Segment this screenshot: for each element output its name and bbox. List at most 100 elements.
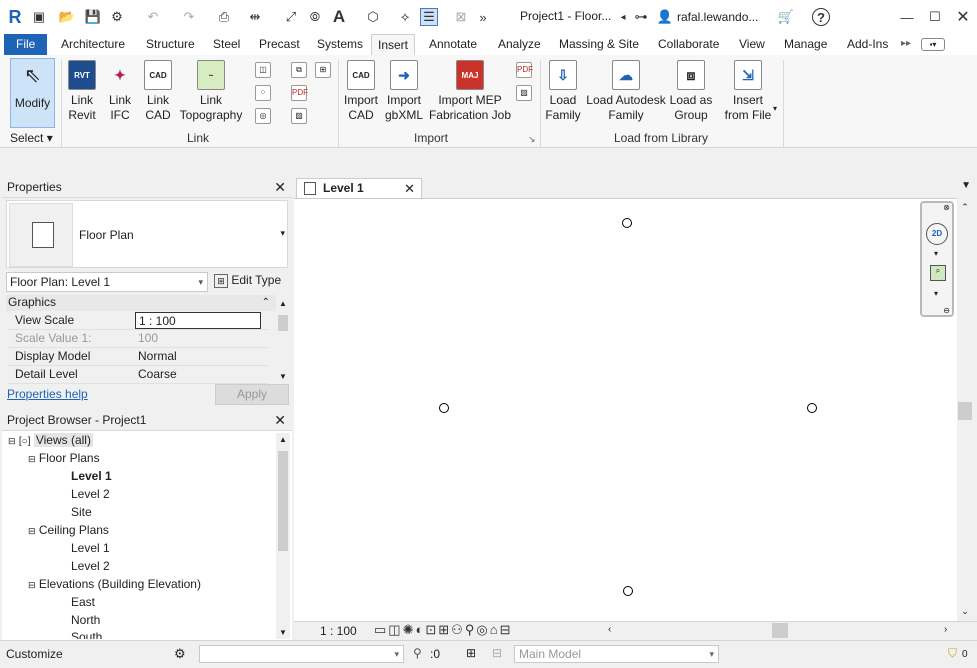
tab-massing-site[interactable]: Massing & Site xyxy=(553,34,645,55)
insert-from-file-button[interactable]: ⇲ Insert from File xyxy=(721,60,775,123)
tree-item-east[interactable]: East xyxy=(71,593,95,611)
chevron-down-icon[interactable]: ▾ xyxy=(934,289,938,298)
cart-icon[interactable]: 🛒 xyxy=(777,8,795,26)
undo-icon[interactable]: ↶ xyxy=(144,8,162,26)
collapse-icon[interactable]: ⊖ xyxy=(943,306,950,315)
close-icon[interactable]: ✕ xyxy=(274,411,286,430)
properties-help-link[interactable]: Properties help xyxy=(7,387,88,401)
tab-collaborate[interactable]: Collaborate xyxy=(652,34,725,55)
open-icon[interactable]: 📂 xyxy=(58,8,76,26)
visual-style-icon[interactable]: ◫ xyxy=(388,622,402,637)
coordination-model-icon[interactable]: ◎ xyxy=(255,108,271,124)
temporary-hide-icon[interactable]: ⚲ xyxy=(465,622,477,637)
property-row[interactable]: Display Model Normal xyxy=(8,348,268,366)
horizontal-scroll-thumb[interactable] xyxy=(772,623,788,638)
thin-lines-icon[interactable]: ☰ xyxy=(420,8,438,26)
editing-requests-icon[interactable]: ⚲ xyxy=(413,646,422,660)
user-icon[interactable]: 👤 xyxy=(656,8,674,26)
analytical-model-icon[interactable]: ⊟ xyxy=(500,622,513,637)
tree-item-views-all[interactable]: ⊟ [○] Views (all) xyxy=(8,431,93,451)
load-as-group-button[interactable]: ⧈ Load as Group xyxy=(669,60,713,123)
property-row[interactable]: Detail Level Coarse xyxy=(8,366,268,384)
measure-icon[interactable]: ⇹ xyxy=(246,8,264,26)
worksharing-icon[interactable]: ⌂ xyxy=(490,622,500,637)
tab-level-1[interactable]: Level 1 ✕ xyxy=(296,178,422,198)
section-icon[interactable]: ⟡ xyxy=(396,8,414,26)
view-scale-control[interactable]: 1 : 100 xyxy=(320,624,357,638)
tab-structure[interactable]: Structure xyxy=(140,34,201,55)
lock-3d-icon[interactable]: ⚇ xyxy=(451,622,465,637)
3d-view-icon[interactable]: ⬡ xyxy=(364,8,382,26)
pdf-import-icon[interactable]: PDF xyxy=(516,62,533,78)
tab-file[interactable]: File xyxy=(4,34,48,55)
text-icon[interactable]: A xyxy=(330,7,348,26)
tab-systems[interactable]: Systems xyxy=(311,34,369,55)
minimize-icon[interactable]: — xyxy=(898,8,916,26)
point-cloud-icon[interactable]: ⁘ xyxy=(255,85,271,101)
tree-item-level-1[interactable]: Level 1 xyxy=(71,467,112,485)
main-model-dropdown[interactable]: Main Model ▾ xyxy=(514,645,719,663)
more-icon[interactable]: » xyxy=(474,8,492,26)
tree-item-floor-plans[interactable]: ⊟ Floor Plans xyxy=(28,449,100,468)
scrollbar[interactable]: ▲ ▼ xyxy=(276,295,290,383)
collapse-icon[interactable]: ⌃ xyxy=(262,295,270,310)
image-link-icon[interactable]: ▨ xyxy=(291,108,307,124)
scrollbar[interactable]: ▲ ▼ xyxy=(276,433,290,639)
chevron-down-icon[interactable]: ▾ xyxy=(934,249,938,258)
tree-item-north[interactable]: North xyxy=(71,611,100,629)
crop-view-icon[interactable]: ⊡ xyxy=(425,622,438,637)
elevation-marker-north[interactable] xyxy=(622,218,632,228)
tree-item-level-2[interactable]: Level 2 xyxy=(71,485,110,503)
edit-type-button[interactable]: ⊞ Edit Type xyxy=(214,273,281,288)
redo-icon[interactable]: ↷ xyxy=(180,8,198,26)
import-mep-button[interactable]: MAJ Import MEP Fabrication Job xyxy=(428,60,512,123)
user-name[interactable]: rafal.lewando... xyxy=(677,10,758,24)
decal-icon[interactable]: ◫ xyxy=(255,62,271,78)
view-scale-input[interactable]: 1 : 100 xyxy=(135,312,261,329)
tree-item-ceiling-plans[interactable]: ⊟ Ceiling Plans xyxy=(28,521,109,540)
close-icon[interactable]: ⊗ xyxy=(943,203,950,212)
tab-add-ins[interactable]: Add-Ins xyxy=(841,34,894,55)
link-topography-button[interactable]: ~ Link Topography xyxy=(178,60,244,123)
print-icon[interactable]: ⎙ xyxy=(215,8,233,26)
scroll-right-icon[interactable]: › xyxy=(944,624,947,635)
tree-item-site[interactable]: Site xyxy=(71,503,92,521)
load-autodesk-family-button[interactable]: ☁ Load Autodesk Family xyxy=(585,60,667,123)
tree-item-south[interactable]: South xyxy=(71,629,102,639)
elevation-marker-east[interactable] xyxy=(807,403,817,413)
scroll-left-icon[interactable]: ‹ xyxy=(608,624,611,635)
more-tabs-icon[interactable]: ▸▸ xyxy=(901,38,911,49)
tree-item-ceiling-level-2[interactable]: Level 2 xyxy=(71,557,110,575)
drawing-canvas[interactable]: ⊗ 2D ▾ ⌕ ▾ ⊖ xyxy=(294,198,957,621)
close-hidden-icon[interactable]: ⊠ xyxy=(452,8,470,26)
reveal-hidden-icon[interactable]: ◎ xyxy=(476,622,489,637)
detail-level-icon[interactable]: ▭ xyxy=(374,622,388,637)
caret-left-icon[interactable]: ◂ xyxy=(614,8,632,26)
image-import-icon[interactable]: ▨ xyxy=(516,85,532,101)
tree-item-elevations[interactable]: ⊟ Elevations (Building Elevation) xyxy=(28,575,201,594)
manage-links-icon[interactable]: ⧉ xyxy=(291,62,307,78)
revit-logo-icon[interactable]: R xyxy=(6,7,24,27)
tree-item-ceiling-level-1[interactable]: Level 1 xyxy=(71,539,110,557)
maximize-icon[interactable]: ☐ xyxy=(926,8,944,26)
filter-icon[interactable]: ⛉ xyxy=(948,646,957,661)
close-tab-icon[interactable]: ✕ xyxy=(404,179,415,198)
panel-launcher-icon[interactable]: ↘ xyxy=(528,134,536,145)
graphics-section[interactable]: Graphics ⌃ xyxy=(6,295,276,311)
elevation-marker-west[interactable] xyxy=(439,403,449,413)
tab-steel[interactable]: Steel xyxy=(207,34,246,55)
worksets-icon[interactable]: ⚙ xyxy=(174,646,186,662)
shadows-icon[interactable]: ◐ xyxy=(416,622,426,637)
modify-button[interactable]: ⇖ Modify xyxy=(10,58,55,128)
tab-analyze[interactable]: Analyze xyxy=(492,34,547,55)
dimension-icon[interactable]: ⤢ xyxy=(282,8,300,26)
insert-file-dropdown-icon[interactable]: ▾ xyxy=(773,104,777,113)
active-option-icon[interactable]: ⊟ xyxy=(492,646,502,660)
tab-menu-icon[interactable]: ▼ xyxy=(961,180,971,191)
link-cad-button[interactable]: CAD Link CAD xyxy=(140,60,176,123)
load-family-button[interactable]: ⇩ Load Family xyxy=(543,60,583,123)
workset-dropdown[interactable]: ▾ xyxy=(199,645,404,663)
import-cad-button[interactable]: CAD Import CAD xyxy=(341,60,381,123)
binoculars-icon[interactable]: ⊶ xyxy=(632,8,650,26)
close-window-icon[interactable]: ✕ xyxy=(954,8,972,26)
